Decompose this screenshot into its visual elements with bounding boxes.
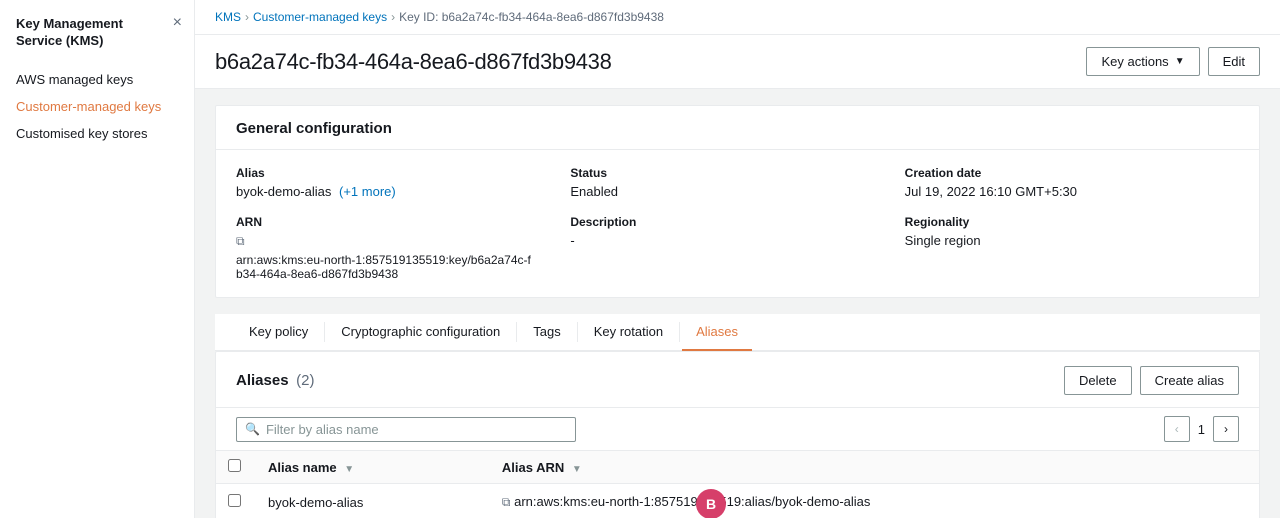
edit-button[interactable]: Edit [1208,47,1260,76]
main-content: KMS › Customer-managed keys › Key ID: b6… [195,0,1280,518]
aliases-table: Alias name ▼ Alias ARN ▼ [216,451,1259,518]
th-alias-arn[interactable]: Alias ARN ▼ [490,451,1259,484]
description-label: Description [570,215,904,229]
alias-label: Alias [236,166,570,180]
row1-alias-name: byok-demo-alias [256,484,490,518]
sidebar-item-aws-managed-keys[interactable]: AWS managed keys [0,66,194,93]
select-all-checkbox[interactable] [228,459,241,472]
sidebar-item-customer-managed-keys[interactable]: Customer-managed keys [0,93,194,120]
creation-date-value: Jul 19, 2022 16:10 GMT+5:30 [905,184,1239,199]
key-actions-label: Key actions [1101,54,1168,69]
alias-more-link[interactable]: (+1 more) [339,184,396,199]
tab-sep-3 [577,322,578,342]
create-alias-button[interactable]: Create alias [1140,366,1239,395]
search-wrapper: 🔍 [236,417,576,442]
tab-key-policy[interactable]: Key policy [235,314,322,351]
content-area: General configuration Alias byok-demo-al… [195,89,1280,518]
breadcrumb-customer-managed-keys[interactable]: Customer-managed keys [253,10,387,24]
tab-aliases[interactable]: Aliases [682,314,752,351]
config-creation-date: Creation date Jul 19, 2022 16:10 GMT+5:3… [905,166,1239,199]
breadcrumb-current: Key ID: b6a2a74c-fb34-464a-8ea6-d867fd3b… [399,10,664,24]
aliases-table-container: Alias name ▼ Alias ARN ▼ [216,451,1259,518]
search-pagination-bar: 🔍 ‹ 1 › [216,408,1259,451]
search-icon: 🔍 [245,422,260,436]
search-input[interactable] [266,422,567,437]
tab-sep-1 [324,322,325,342]
edit-label: Edit [1223,54,1245,69]
status-label: Status [570,166,904,180]
key-actions-button[interactable]: Key actions ▼ [1086,47,1199,76]
delete-button[interactable]: Delete [1064,366,1132,395]
pagination-page: 1 [1198,422,1205,437]
tab-sep-4 [679,322,680,342]
pagination-controls: ‹ 1 › [1164,416,1239,442]
general-config-header: General configuration [216,106,1259,150]
aliases-title-group: Aliases (2) [236,372,315,389]
status-value: Enabled [570,184,904,199]
sidebar-title: Key Management Service (KMS) [0,0,194,62]
tabs-bar: Key policy Cryptographic configuration T… [215,314,1260,351]
aliases-title: Aliases [236,372,289,389]
aliases-header: Aliases (2) Delete Create alias [216,352,1259,408]
tab-tags[interactable]: Tags [519,314,574,351]
breadcrumb-kms[interactable]: KMS [215,10,241,24]
arn-label: ARN [236,215,570,229]
breadcrumb-sep-2: › [391,10,395,24]
config-grid: Alias byok-demo-alias (+1 more) Status E… [216,150,1259,297]
aliases-section: Aliases (2) Delete Create alias 🔍 ‹ 1 › [215,351,1260,518]
sidebar: Key Management Service (KMS) × AWS manag… [0,0,195,518]
config-regionality: Regionality Single region [905,215,1239,281]
alias-arn-sort-icon: ▼ [572,464,582,475]
arn-value: ⧉ arn:aws:kms:eu-north-1:857519135519:ke… [236,233,536,281]
breadcrumb-sep-1: › [245,10,249,24]
tab-key-rotation[interactable]: Key rotation [580,314,677,351]
row1-alias-arn: ⧉ arn:aws:kms:eu-north-1:857519135519:al… [490,484,1259,518]
aliases-actions: Delete Create alias [1064,366,1239,395]
row1-checkbox[interactable] [228,494,241,507]
th-checkbox [216,451,256,484]
sidebar-navigation: AWS managed keys Customer-managed keys C… [0,62,194,151]
page-actions: Key actions ▼ Edit [1086,47,1260,76]
regionality-label: Regionality [905,215,1239,229]
alias-name-sort-icon: ▼ [344,464,354,475]
table-header-row: Alias name ▼ Alias ARN ▼ [216,451,1259,484]
pagination-next-button[interactable]: › [1213,416,1239,442]
alias-value: byok-demo-alias (+1 more) [236,184,570,199]
config-alias: Alias byok-demo-alias (+1 more) [236,166,570,199]
aliases-count: (2) [296,372,314,389]
regionality-value: Single region [905,233,1239,248]
sidebar-item-customised-key-stores[interactable]: Customised key stores [0,120,194,147]
general-config-card: General configuration Alias byok-demo-al… [215,105,1260,298]
tab-cryptographic-configuration[interactable]: Cryptographic configuration [327,314,514,351]
row1-copy-arn-icon[interactable]: ⧉ [502,495,511,509]
close-icon[interactable]: × [173,14,182,32]
th-alias-name[interactable]: Alias name ▼ [256,451,490,484]
config-arn: ARN ⧉ arn:aws:kms:eu-north-1:85751913551… [236,215,570,281]
creation-date-label: Creation date [905,166,1239,180]
row1-checkbox-cell [216,484,256,518]
page-title: b6a2a74c-fb34-464a-8ea6-d867fd3b9438 [215,49,612,75]
dropdown-arrow-icon: ▼ [1175,56,1185,67]
tab-sep-2 [516,322,517,342]
table-row: byok-demo-alias ⧉ arn:aws:kms:eu-north-1… [216,484,1259,518]
copy-arn-icon[interactable]: ⧉ [236,234,245,249]
config-description: Description - [570,215,904,281]
pagination-prev-button[interactable]: ‹ [1164,416,1190,442]
description-value: - [570,233,904,248]
config-status: Status Enabled [570,166,904,199]
breadcrumb: KMS › Customer-managed keys › Key ID: b6… [195,0,1280,35]
